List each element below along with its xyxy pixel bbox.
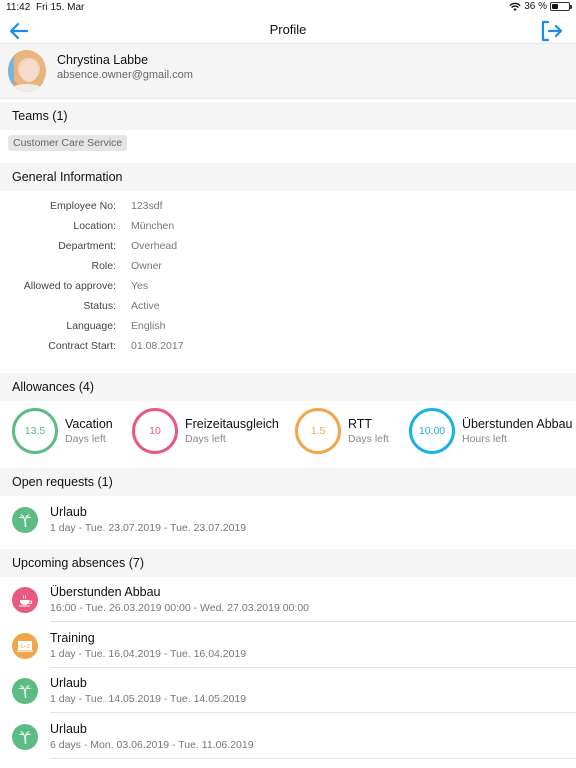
battery-percent: 36 % (524, 1, 547, 12)
team-chip[interactable]: Customer Care Service (8, 135, 128, 151)
absence-subtitle: 6 days - Mon. 03.06.2019 - Tue. 11.06.20… (50, 738, 254, 751)
allowance-name: Freizeitausgleich (185, 417, 279, 431)
info-value: 01.08.2017 (131, 340, 184, 352)
info-label: Allowed to approve: (23, 280, 116, 292)
battery-icon (550, 2, 572, 11)
logout-icon[interactable] (540, 19, 564, 43)
allowance-value: 13.5 (24, 425, 46, 437)
palm-tree-icon (12, 723, 38, 750)
absence-subtitle: 1 day - Tue. 14.05.2019 - Tue. 14.05.201… (50, 693, 247, 705)
profile-header: Chrystina Labbe absence.owner@gmail.com (0, 44, 576, 99)
teams-header: Teams (1) (0, 102, 576, 130)
absence-list-item[interactable]: Urlaub 6 days - Mon. 03.06.2019 - Tue. 11… (0, 714, 576, 759)
info-row: Language: English (0, 320, 576, 340)
wifi-icon (509, 2, 521, 11)
absence-title: Urlaub (50, 505, 87, 519)
info-label: Contract Start: (48, 340, 116, 352)
divider (50, 757, 576, 759)
info-row: Status: Active (0, 300, 576, 320)
allowance-unit: Days left (348, 433, 389, 445)
info-label: Location: (73, 220, 116, 232)
absence-list-item[interactable]: Urlaub 1 day - Tue. 23.07.2019 - Tue. 23.… (0, 497, 576, 542)
battery-fill (552, 4, 558, 9)
status-date: Fri 15. Mar (36, 2, 85, 13)
absence-title: Überstunden Abbau (50, 585, 161, 599)
info-row: Allowed to approve: Yes (0, 280, 576, 300)
info-value: München (131, 220, 175, 232)
info-value: Yes (131, 280, 149, 292)
allowance-unit: Days left (185, 433, 226, 445)
profile-email: absence.owner@gmail.com (57, 69, 193, 81)
info-value: 123sdf (131, 200, 163, 212)
absence-subtitle: 1 day - Tue. 23.07.2019 - Tue. 23.07.201… (50, 522, 247, 534)
status-time: 11:42 (6, 2, 31, 13)
allowance-unit: Days left (65, 433, 106, 445)
absence-title: Urlaub (50, 676, 87, 690)
allowance-value: 10 (149, 425, 161, 437)
upcoming-absences-header: Upcoming absences (7) (0, 549, 576, 577)
allowance-ring: 10 (132, 408, 178, 454)
avatar (8, 50, 46, 92)
info-row: Department: Overhead (0, 240, 576, 260)
info-value: English (131, 320, 166, 332)
open-requests-header: Open requests (1) (0, 468, 576, 496)
page-title: Profile (269, 22, 307, 37)
absence-title: Training (50, 630, 95, 645)
info-label: Language: (66, 320, 116, 332)
allowance-ring: 1.5 (295, 408, 341, 454)
allowance-name: Vacation (65, 417, 113, 431)
status-bar: 11:42 Fri 15. Mar 36 % (0, 0, 576, 16)
absence-list-item[interactable]: Überstunden Abbau 16:00 - Tue. 26.03.2019… (0, 577, 576, 622)
whiteboard-icon: 1+2 (12, 632, 38, 659)
allowance-name: RTT (348, 417, 373, 431)
palm-tree-icon (12, 678, 38, 704)
palm-tree-icon (12, 507, 38, 533)
info-row: Employee No: 123sdf (0, 200, 576, 220)
allowance-value: 1.5 (310, 425, 326, 437)
allowance-value: 10:00 (418, 425, 446, 437)
info-row: Contract Start: 01.08.2017 (0, 340, 576, 360)
absence-title: Urlaub (50, 721, 87, 736)
absence-list-item[interactable]: Urlaub 1 day - Tue. 14.05.2019 - Tue. 14.… (0, 668, 576, 713)
allowance-name: Überstunden Abbau (462, 417, 573, 431)
absence-subtitle: 1 day - Tue. 16.04.2019 - Tue. 16.04.201… (50, 647, 247, 660)
allowance-ring: 10:00 (409, 408, 455, 454)
allowances-header: Allowances (4) (0, 373, 576, 401)
allowance-ring: 13.5 (12, 408, 58, 454)
info-value: Owner (131, 260, 162, 272)
info-row: Role: Owner (0, 260, 576, 280)
info-label: Employee No: (50, 200, 116, 212)
svg-text:1+2: 1+2 (20, 644, 29, 650)
absence-list-item[interactable]: 1+2 Training 1 day - Tue. 16.04.2019 - Tue… (0, 623, 576, 668)
info-label: Department: (58, 240, 116, 252)
info-label: Role: (91, 260, 116, 272)
nav-bar: Profile (0, 16, 576, 44)
general-info-header: General Information (0, 163, 576, 191)
absence-subtitle: 16:00 - Tue. 26.03.2019 00:00 - Wed. 27.… (50, 602, 310, 614)
coffee-cup-icon (12, 587, 38, 613)
status-right: 36 % (509, 1, 572, 12)
info-value: Active (131, 300, 160, 312)
info-value: Overhead (131, 240, 178, 252)
info-label: Status: (83, 300, 116, 312)
profile-name: Chrystina Labbe (57, 53, 149, 67)
info-row: Location: München (0, 220, 576, 240)
allowance-unit: Hours left (462, 433, 507, 445)
